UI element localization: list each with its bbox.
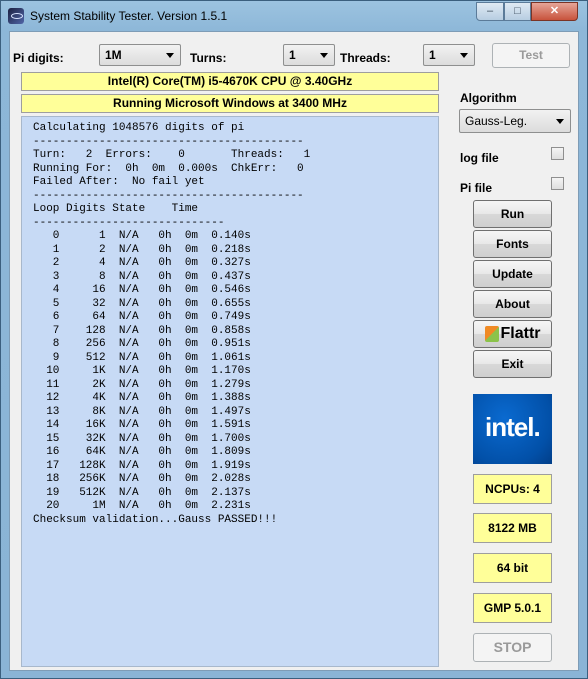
- close-button[interactable]: ✕: [531, 2, 578, 21]
- client-area: Pi digits: 1M Turns: 1 Threads: 1 Test I…: [9, 31, 579, 671]
- flattr-button[interactable]: Flattr: [473, 320, 552, 348]
- threads-select[interactable]: 1: [423, 44, 475, 66]
- window-title: System Stability Tester. Version 1.5.1: [30, 9, 228, 23]
- run-button[interactable]: Run: [473, 200, 552, 228]
- console-line: 12 4K N/A 0h 0m 1.388s: [33, 392, 251, 404]
- app-window: System Stability Tester. Version 1.5.1 –…: [0, 0, 588, 679]
- console-line: Checksum validation...Gauss PASSED!!!: [33, 513, 278, 526]
- log-file-checkbox[interactable]: [551, 147, 564, 160]
- pi-file-checkbox[interactable]: [551, 177, 564, 190]
- algorithm-label: Algorithm: [460, 91, 517, 105]
- cpu-banner: Intel(R) Core(TM) i5-4670K CPU @ 3.40GHz: [21, 72, 439, 91]
- output-console: Calculating 1048576 digits of pi --------…: [21, 116, 439, 667]
- minimize-button[interactable]: –: [476, 2, 504, 21]
- console-line: 0 1 N/A 0h 0m 0.140s: [33, 230, 251, 242]
- console-line: 15 32K N/A 0h 0m 1.700s: [33, 432, 251, 445]
- about-button[interactable]: About: [473, 290, 552, 318]
- console-line: 3 8 N/A 0h 0m 0.437s: [33, 270, 251, 283]
- console-line: Running For: 0h 0m 0.000s ChkErr: 0: [33, 162, 304, 175]
- console-line: 6 64 N/A 0h 0m 0.749s: [33, 311, 251, 323]
- console-line: 20 1M N/A 0h 0m 2.231s: [33, 500, 251, 512]
- intel-logo: intel.: [473, 394, 552, 464]
- intel-logo-text: intel.: [485, 412, 541, 442]
- algorithm-value: Gauss-Leg.: [465, 114, 528, 128]
- ncpus-badge: NCPUs: 4: [473, 474, 552, 504]
- chevron-down-icon: [320, 53, 328, 58]
- pi-digits-select[interactable]: 1M: [99, 44, 181, 66]
- flattr-icon: [484, 325, 499, 342]
- console-line: 8 256 N/A 0h 0m 0.951s: [33, 338, 251, 350]
- turns-value: 1: [289, 48, 296, 62]
- console-line: 14 16K N/A 0h 0m 1.591s: [33, 419, 251, 431]
- test-button[interactable]: Test: [492, 43, 570, 68]
- console-line: ----------------------------------------…: [33, 135, 304, 148]
- turns-label: Turns:: [190, 51, 227, 65]
- console-line: 18 256K N/A 0h 0m 2.028s: [33, 473, 251, 485]
- chevron-down-icon: [556, 119, 564, 124]
- console-line: Turn: 2 Errors: 0 Threads: 1: [33, 149, 311, 161]
- threads-label: Threads:: [340, 51, 391, 65]
- fonts-button[interactable]: Fonts: [473, 230, 552, 258]
- console-line: Loop Digits State Time: [33, 203, 199, 215]
- update-button[interactable]: Update: [473, 260, 552, 288]
- chevron-down-icon: [460, 53, 468, 58]
- stop-button[interactable]: STOP: [473, 633, 552, 662]
- pi-file-label: Pi file: [460, 181, 493, 195]
- threads-value: 1: [429, 48, 436, 62]
- exit-button[interactable]: Exit: [473, 350, 552, 378]
- pi-digits-value: 1M: [105, 48, 122, 62]
- console-line: 9 512 N/A 0h 0m 1.061s: [33, 351, 251, 364]
- flattr-label: Flattr: [500, 325, 541, 342]
- os-banner: Running Microsoft Windows at 3400 MHz: [21, 94, 439, 113]
- algorithm-select[interactable]: Gauss-Leg.: [459, 109, 571, 133]
- turns-select[interactable]: 1: [283, 44, 335, 66]
- gmp-badge: GMP 5.0.1: [473, 593, 552, 623]
- app-icon: [8, 8, 24, 24]
- console-line: 7 128 N/A 0h 0m 0.858s: [33, 324, 251, 337]
- console-line: 4 16 N/A 0h 0m 0.546s: [33, 284, 251, 296]
- console-line: 10 1K N/A 0h 0m 1.170s: [33, 365, 251, 377]
- console-line: 16 64K N/A 0h 0m 1.809s: [33, 446, 251, 458]
- pi-digits-label: Pi digits:: [13, 51, 64, 65]
- chevron-down-icon: [166, 53, 174, 58]
- console-line: 13 8K N/A 0h 0m 1.497s: [33, 405, 251, 418]
- maximize-button[interactable]: □: [504, 2, 531, 21]
- memory-badge: 8122 MB: [473, 513, 552, 543]
- console-line: 2 4 N/A 0h 0m 0.327s: [33, 257, 251, 269]
- console-line: 11 2K N/A 0h 0m 1.279s: [33, 378, 251, 391]
- log-file-label: log file: [460, 151, 499, 165]
- bits-badge: 64 bit: [473, 553, 552, 583]
- console-line: -----------------------------: [33, 216, 225, 229]
- console-line: 19 512K N/A 0h 0m 2.137s: [33, 486, 251, 499]
- console-line: 17 128K N/A 0h 0m 1.919s: [33, 459, 251, 472]
- console-line: Failed After: No fail yet: [33, 176, 205, 188]
- title-bar[interactable]: System Stability Tester. Version 1.5.1 –…: [1, 1, 587, 31]
- console-line: 1 2 N/A 0h 0m 0.218s: [33, 243, 251, 256]
- console-line: 5 32 N/A 0h 0m 0.655s: [33, 297, 251, 310]
- console-line: ----------------------------------------…: [33, 189, 304, 202]
- console-line: Calculating 1048576 digits of pi: [33, 122, 245, 134]
